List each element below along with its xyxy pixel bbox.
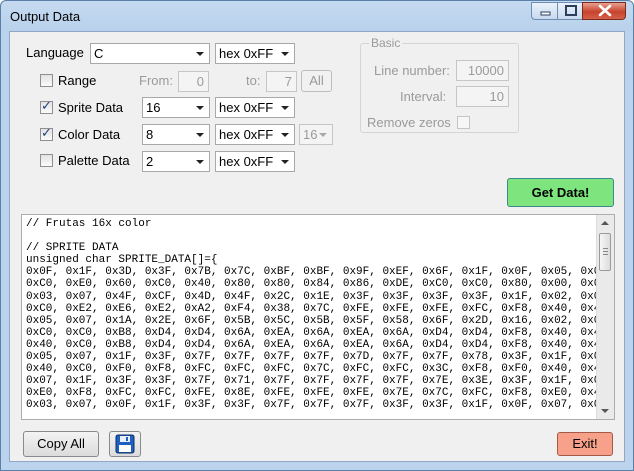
- output-line: // SPRITE DATA: [26, 242, 119, 255]
- title-bar[interactable]: Output Data: [1, 1, 633, 31]
- grip-line: [603, 254, 608, 255]
- scroll-up-icon[interactable]: [601, 221, 609, 225]
- remove-zeros-label: Remove zeros: [367, 115, 451, 130]
- output-line: 0x05, 0x07, 0x1A, 0x2E, 0x6F, 0x5B, 0x5C…: [26, 314, 596, 327]
- range-checkbox[interactable]: [40, 74, 53, 87]
- from-label: From:: [139, 73, 173, 88]
- palette-data-checkbox[interactable]: [40, 154, 53, 167]
- sprite-format-value: hex 0xFF: [219, 100, 274, 115]
- minimize-button[interactable]: [531, 2, 558, 20]
- interval-field[interactable]: 10: [456, 86, 509, 107]
- language-select[interactable]: C: [90, 43, 210, 64]
- remove-zeros-checkbox[interactable]: [457, 116, 470, 129]
- output-line: 0x07, 0x1F, 0x3F, 0x3F, 0x7F, 0x71, 0x7F…: [26, 375, 596, 388]
- chevron-down-icon: [281, 52, 289, 56]
- sprite-size-value: 16: [146, 100, 161, 115]
- output-data-window: Output Data Language C hex 0xFF Range Fr…: [0, 0, 634, 471]
- language-label: Language: [26, 45, 84, 60]
- language-format-select[interactable]: hex 0xFF: [215, 43, 295, 64]
- color-format-select[interactable]: hex 0xFF: [215, 124, 295, 145]
- chevron-down-icon: [196, 133, 204, 137]
- palette-size-select[interactable]: 2: [142, 151, 210, 172]
- from-field[interactable]: 0: [178, 71, 209, 92]
- chevron-down-icon: [281, 133, 289, 137]
- grip-line: [603, 248, 608, 249]
- output-line: 0xC0, 0xE2, 0xE6, 0xE2, 0xA2, 0xF4, 0x38…: [26, 302, 596, 315]
- to-label: to:: [246, 73, 261, 88]
- range-label: Range: [58, 73, 97, 88]
- scroll-down-icon[interactable]: [601, 409, 609, 413]
- sprite-format-select[interactable]: hex 0xFF: [215, 97, 295, 118]
- palette-size-value: 2: [146, 154, 154, 169]
- client-area: Language C hex 0xFF Range From: 0 to: 7 …: [9, 31, 625, 462]
- palette-format-value: hex 0xFF: [219, 154, 274, 169]
- output-line: 0x03, 0x07, 0x0F, 0x1F, 0x3F, 0x3F, 0x7F…: [26, 399, 596, 412]
- sprite-data-checkbox[interactable]: [40, 99, 53, 114]
- line-number-label: Line number:: [374, 63, 450, 78]
- output-line: 0x40, 0xC0, 0xB8, 0xD4, 0xD4, 0x6A, 0xEA…: [26, 338, 596, 351]
- maximize-button[interactable]: [557, 2, 583, 20]
- output-line: // Frutas 16x color: [26, 218, 152, 230]
- interval-label: Interval:: [400, 89, 447, 104]
- output-line: 0x40, 0xC0, 0xF0, 0xF8, 0xFC, 0xFC, 0xFC…: [26, 363, 596, 376]
- floppy-disk-icon: [115, 434, 135, 454]
- copy-all-button[interactable]: Copy All: [23, 431, 99, 457]
- color-data-label: Color Data: [58, 127, 121, 142]
- language-value: C: [94, 46, 104, 61]
- chevron-down-icon: [281, 106, 289, 110]
- output-textarea[interactable]: // Frutas 16x color // SPRITE DATA unsign…: [21, 214, 615, 420]
- output-line: 0xC0, 0xC0, 0xB8, 0xD4, 0xD4, 0x6A, 0xEA…: [26, 326, 596, 339]
- chevron-down-icon: [319, 133, 327, 137]
- palette-data-label: Palette Data: [58, 153, 130, 168]
- close-button[interactable]: [582, 2, 626, 20]
- vertical-scrollbar[interactable]: [596, 215, 614, 419]
- basic-group-title: Basic: [369, 36, 403, 50]
- output-line: 0x03, 0x07, 0x4F, 0xCF, 0x4D, 0x4F, 0x2C…: [26, 290, 596, 303]
- chevron-down-icon: [196, 52, 204, 56]
- output-line: 0xC0, 0xE0, 0x60, 0xC0, 0x40, 0x80, 0x80…: [26, 278, 596, 291]
- chevron-down-icon: [196, 160, 204, 164]
- window-title: Output Data: [10, 9, 81, 24]
- output-line: 0xE0, 0xF8, 0xFC, 0xFC, 0xFE, 0x8E, 0xFE…: [26, 387, 596, 400]
- color-data-checkbox[interactable]: [40, 126, 53, 141]
- chevron-down-icon: [196, 106, 204, 110]
- exit-button[interactable]: Exit!: [557, 432, 613, 456]
- minimize-icon: [540, 11, 551, 16]
- grip-line: [603, 251, 608, 252]
- output-line: 0x0F, 0x1F, 0x3D, 0x3F, 0x7B, 0x7C, 0xBF…: [26, 266, 596, 279]
- all-button[interactable]: All: [301, 70, 332, 92]
- palette-format-select[interactable]: hex 0xFF: [215, 151, 295, 172]
- maximize-icon: [565, 5, 577, 16]
- output-text: // Frutas 16x color // SPRITE DATA unsign…: [26, 218, 596, 412]
- sprite-size-select[interactable]: 16: [142, 97, 210, 118]
- output-line: unsigned char SPRITE_DATA[]={: [26, 254, 218, 267]
- line-number-field[interactable]: 10000: [456, 60, 509, 81]
- color-size-value: 8: [146, 127, 154, 142]
- language-format-value: hex 0xFF: [219, 46, 274, 61]
- save-button[interactable]: [109, 431, 141, 457]
- close-icon: [598, 4, 612, 17]
- get-data-button[interactable]: Get Data!: [507, 178, 614, 207]
- chevron-down-icon: [281, 160, 289, 164]
- sprite-data-label: Sprite Data: [58, 100, 124, 115]
- color-format-value: hex 0xFF: [219, 127, 274, 142]
- scroll-thumb[interactable]: [599, 233, 611, 271]
- color-extra-value: 16: [303, 127, 318, 142]
- color-size-select[interactable]: 8: [142, 124, 210, 145]
- to-field[interactable]: 7: [266, 71, 297, 92]
- color-extra-select[interactable]: 16: [299, 124, 333, 145]
- output-line: 0x05, 0x07, 0x1F, 0x3F, 0x7F, 0x7F, 0x7F…: [26, 351, 596, 364]
